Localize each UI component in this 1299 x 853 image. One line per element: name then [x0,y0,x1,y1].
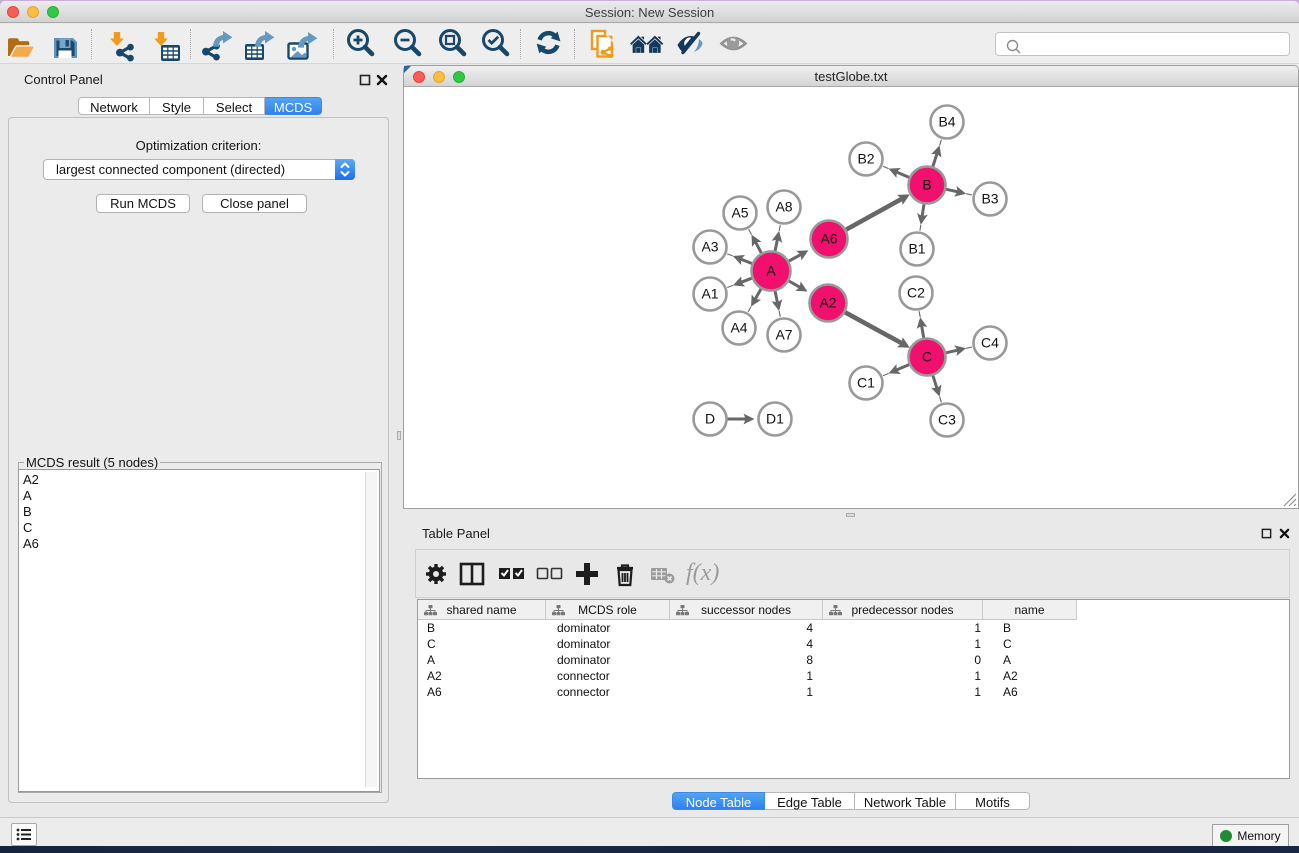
svg-text:C2: C2 [907,285,925,301]
svg-text:C1: C1 [857,375,875,391]
svg-text:A5: A5 [731,205,748,221]
svg-text:B3: B3 [981,191,998,207]
svg-text:A2: A2 [819,295,836,311]
svg-text:C3: C3 [938,412,956,428]
svg-text:A: A [766,263,776,279]
svg-text:B: B [922,177,931,193]
svg-text:A8: A8 [775,199,792,215]
svg-text:C: C [922,349,932,365]
svg-text:A6: A6 [820,231,837,247]
svg-text:A1: A1 [701,286,718,302]
svg-text:A7: A7 [775,327,792,343]
svg-text:B1: B1 [908,241,925,257]
svg-text:A3: A3 [701,239,718,255]
svg-text:C4: C4 [981,335,999,351]
svg-text:B2: B2 [857,151,874,167]
svg-text:D: D [705,411,715,427]
svg-text:D1: D1 [766,411,784,427]
svg-text:A4: A4 [730,320,747,336]
svg-text:B4: B4 [938,114,955,130]
